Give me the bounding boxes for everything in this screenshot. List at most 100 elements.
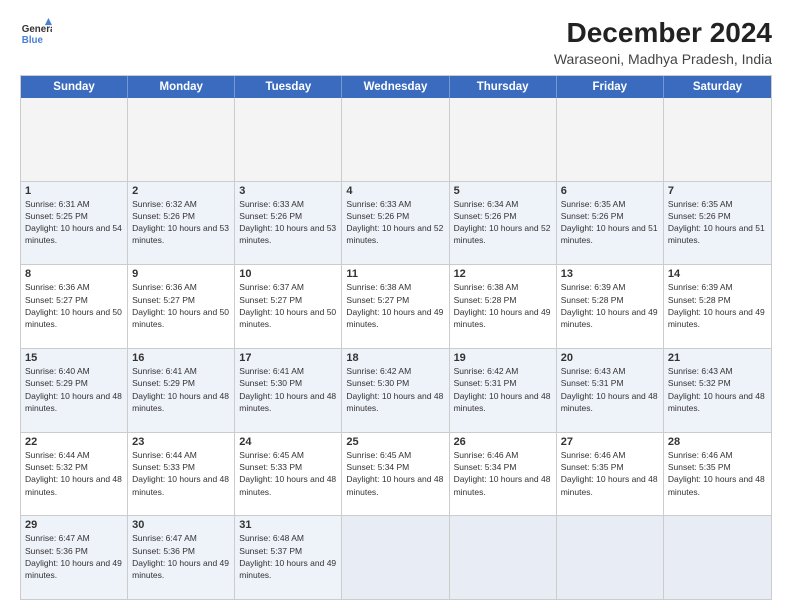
day-info: Sunrise: 6:37 AMSunset: 5:27 PMDaylight:… [239, 281, 337, 330]
day-info: Sunrise: 6:36 AMSunset: 5:27 PMDaylight:… [132, 281, 230, 330]
day-info: Sunrise: 6:41 AMSunset: 5:30 PMDaylight:… [239, 365, 337, 414]
title-block: December 2024 Waraseoni, Madhya Pradesh,… [554, 18, 772, 67]
calendar-cell [450, 98, 557, 181]
day-info: Sunrise: 6:39 AMSunset: 5:28 PMDaylight:… [668, 281, 767, 330]
day-info: Sunrise: 6:39 AMSunset: 5:28 PMDaylight:… [561, 281, 659, 330]
day-number: 29 [25, 519, 123, 531]
calendar-cell: 27Sunrise: 6:46 AMSunset: 5:35 PMDayligh… [557, 433, 664, 516]
calendar-cell: 13Sunrise: 6:39 AMSunset: 5:28 PMDayligh… [557, 265, 664, 348]
calendar-cell: 18Sunrise: 6:42 AMSunset: 5:30 PMDayligh… [342, 349, 449, 432]
day-number: 3 [239, 185, 337, 197]
day-number: 31 [239, 519, 337, 531]
day-info: Sunrise: 6:33 AMSunset: 5:26 PMDaylight:… [346, 198, 444, 247]
day-number: 6 [561, 185, 659, 197]
calendar-cell: 24Sunrise: 6:45 AMSunset: 5:33 PMDayligh… [235, 433, 342, 516]
calendar-week-0 [21, 98, 771, 181]
day-number: 11 [346, 268, 444, 280]
calendar-cell: 5Sunrise: 6:34 AMSunset: 5:26 PMDaylight… [450, 182, 557, 265]
header-friday: Friday [557, 76, 664, 98]
day-info: Sunrise: 6:44 AMSunset: 5:33 PMDaylight:… [132, 449, 230, 498]
day-info: Sunrise: 6:34 AMSunset: 5:26 PMDaylight:… [454, 198, 552, 247]
header-tuesday: Tuesday [235, 76, 342, 98]
calendar-week-4: 22Sunrise: 6:44 AMSunset: 5:32 PMDayligh… [21, 432, 771, 516]
day-info: Sunrise: 6:46 AMSunset: 5:34 PMDaylight:… [454, 449, 552, 498]
day-number: 4 [346, 185, 444, 197]
calendar-cell: 8Sunrise: 6:36 AMSunset: 5:27 PMDaylight… [21, 265, 128, 348]
main-title: December 2024 [554, 18, 772, 49]
calendar-cell [342, 516, 449, 599]
calendar-cell [557, 98, 664, 181]
day-info: Sunrise: 6:38 AMSunset: 5:28 PMDaylight:… [454, 281, 552, 330]
day-info: Sunrise: 6:35 AMSunset: 5:26 PMDaylight:… [561, 198, 659, 247]
day-info: Sunrise: 6:35 AMSunset: 5:26 PMDaylight:… [668, 198, 767, 247]
day-number: 2 [132, 185, 230, 197]
day-info: Sunrise: 6:42 AMSunset: 5:31 PMDaylight:… [454, 365, 552, 414]
logo: General Blue [20, 18, 52, 50]
calendar-cell [450, 516, 557, 599]
day-number: 28 [668, 436, 767, 448]
day-info: Sunrise: 6:43 AMSunset: 5:32 PMDaylight:… [668, 365, 767, 414]
day-number: 27 [561, 436, 659, 448]
day-info: Sunrise: 6:44 AMSunset: 5:32 PMDaylight:… [25, 449, 123, 498]
day-info: Sunrise: 6:36 AMSunset: 5:27 PMDaylight:… [25, 281, 123, 330]
header-saturday: Saturday [664, 76, 771, 98]
day-info: Sunrise: 6:45 AMSunset: 5:34 PMDaylight:… [346, 449, 444, 498]
calendar-cell: 2Sunrise: 6:32 AMSunset: 5:26 PMDaylight… [128, 182, 235, 265]
day-number: 26 [454, 436, 552, 448]
header-monday: Monday [128, 76, 235, 98]
svg-text:General: General [22, 24, 52, 35]
header-wednesday: Wednesday [342, 76, 449, 98]
day-info: Sunrise: 6:46 AMSunset: 5:35 PMDaylight:… [668, 449, 767, 498]
calendar-cell: 12Sunrise: 6:38 AMSunset: 5:28 PMDayligh… [450, 265, 557, 348]
calendar-cell: 14Sunrise: 6:39 AMSunset: 5:28 PMDayligh… [664, 265, 771, 348]
calendar-cell: 25Sunrise: 6:45 AMSunset: 5:34 PMDayligh… [342, 433, 449, 516]
day-info: Sunrise: 6:48 AMSunset: 5:37 PMDaylight:… [239, 532, 337, 581]
subtitle: Waraseoni, Madhya Pradesh, India [554, 51, 772, 67]
day-number: 25 [346, 436, 444, 448]
day-info: Sunrise: 6:31 AMSunset: 5:25 PMDaylight:… [25, 198, 123, 247]
calendar: Sunday Monday Tuesday Wednesday Thursday… [20, 75, 772, 600]
calendar-cell: 3Sunrise: 6:33 AMSunset: 5:26 PMDaylight… [235, 182, 342, 265]
day-number: 12 [454, 268, 552, 280]
day-info: Sunrise: 6:43 AMSunset: 5:31 PMDaylight:… [561, 365, 659, 414]
day-number: 5 [454, 185, 552, 197]
calendar-cell [21, 98, 128, 181]
calendar-cell: 19Sunrise: 6:42 AMSunset: 5:31 PMDayligh… [450, 349, 557, 432]
day-number: 10 [239, 268, 337, 280]
calendar-cell [664, 98, 771, 181]
calendar-cell: 7Sunrise: 6:35 AMSunset: 5:26 PMDaylight… [664, 182, 771, 265]
day-info: Sunrise: 6:33 AMSunset: 5:26 PMDaylight:… [239, 198, 337, 247]
calendar-body: 1Sunrise: 6:31 AMSunset: 5:25 PMDaylight… [21, 98, 771, 599]
calendar-cell [128, 98, 235, 181]
day-number: 17 [239, 352, 337, 364]
calendar-week-2: 8Sunrise: 6:36 AMSunset: 5:27 PMDaylight… [21, 264, 771, 348]
calendar-cell: 29Sunrise: 6:47 AMSunset: 5:36 PMDayligh… [21, 516, 128, 599]
calendar-cell: 4Sunrise: 6:33 AMSunset: 5:26 PMDaylight… [342, 182, 449, 265]
calendar-cell: 22Sunrise: 6:44 AMSunset: 5:32 PMDayligh… [21, 433, 128, 516]
calendar-cell: 26Sunrise: 6:46 AMSunset: 5:34 PMDayligh… [450, 433, 557, 516]
calendar-cell: 1Sunrise: 6:31 AMSunset: 5:25 PMDaylight… [21, 182, 128, 265]
calendar-week-3: 15Sunrise: 6:40 AMSunset: 5:29 PMDayligh… [21, 348, 771, 432]
calendar-cell: 30Sunrise: 6:47 AMSunset: 5:36 PMDayligh… [128, 516, 235, 599]
calendar-cell: 21Sunrise: 6:43 AMSunset: 5:32 PMDayligh… [664, 349, 771, 432]
day-info: Sunrise: 6:38 AMSunset: 5:27 PMDaylight:… [346, 281, 444, 330]
calendar-cell: 10Sunrise: 6:37 AMSunset: 5:27 PMDayligh… [235, 265, 342, 348]
day-number: 24 [239, 436, 337, 448]
calendar-cell: 11Sunrise: 6:38 AMSunset: 5:27 PMDayligh… [342, 265, 449, 348]
day-number: 22 [25, 436, 123, 448]
day-number: 13 [561, 268, 659, 280]
day-number: 23 [132, 436, 230, 448]
page: General Blue December 2024 Waraseoni, Ma… [0, 0, 792, 612]
calendar-cell [664, 516, 771, 599]
day-number: 1 [25, 185, 123, 197]
day-info: Sunrise: 6:42 AMSunset: 5:30 PMDaylight:… [346, 365, 444, 414]
page-header: General Blue December 2024 Waraseoni, Ma… [20, 18, 772, 67]
calendar-cell [235, 98, 342, 181]
day-number: 7 [668, 185, 767, 197]
svg-text:Blue: Blue [22, 35, 44, 46]
calendar-cell: 17Sunrise: 6:41 AMSunset: 5:30 PMDayligh… [235, 349, 342, 432]
calendar-cell: 31Sunrise: 6:48 AMSunset: 5:37 PMDayligh… [235, 516, 342, 599]
calendar-header: Sunday Monday Tuesday Wednesday Thursday… [21, 76, 771, 98]
day-info: Sunrise: 6:41 AMSunset: 5:29 PMDaylight:… [132, 365, 230, 414]
calendar-cell: 28Sunrise: 6:46 AMSunset: 5:35 PMDayligh… [664, 433, 771, 516]
